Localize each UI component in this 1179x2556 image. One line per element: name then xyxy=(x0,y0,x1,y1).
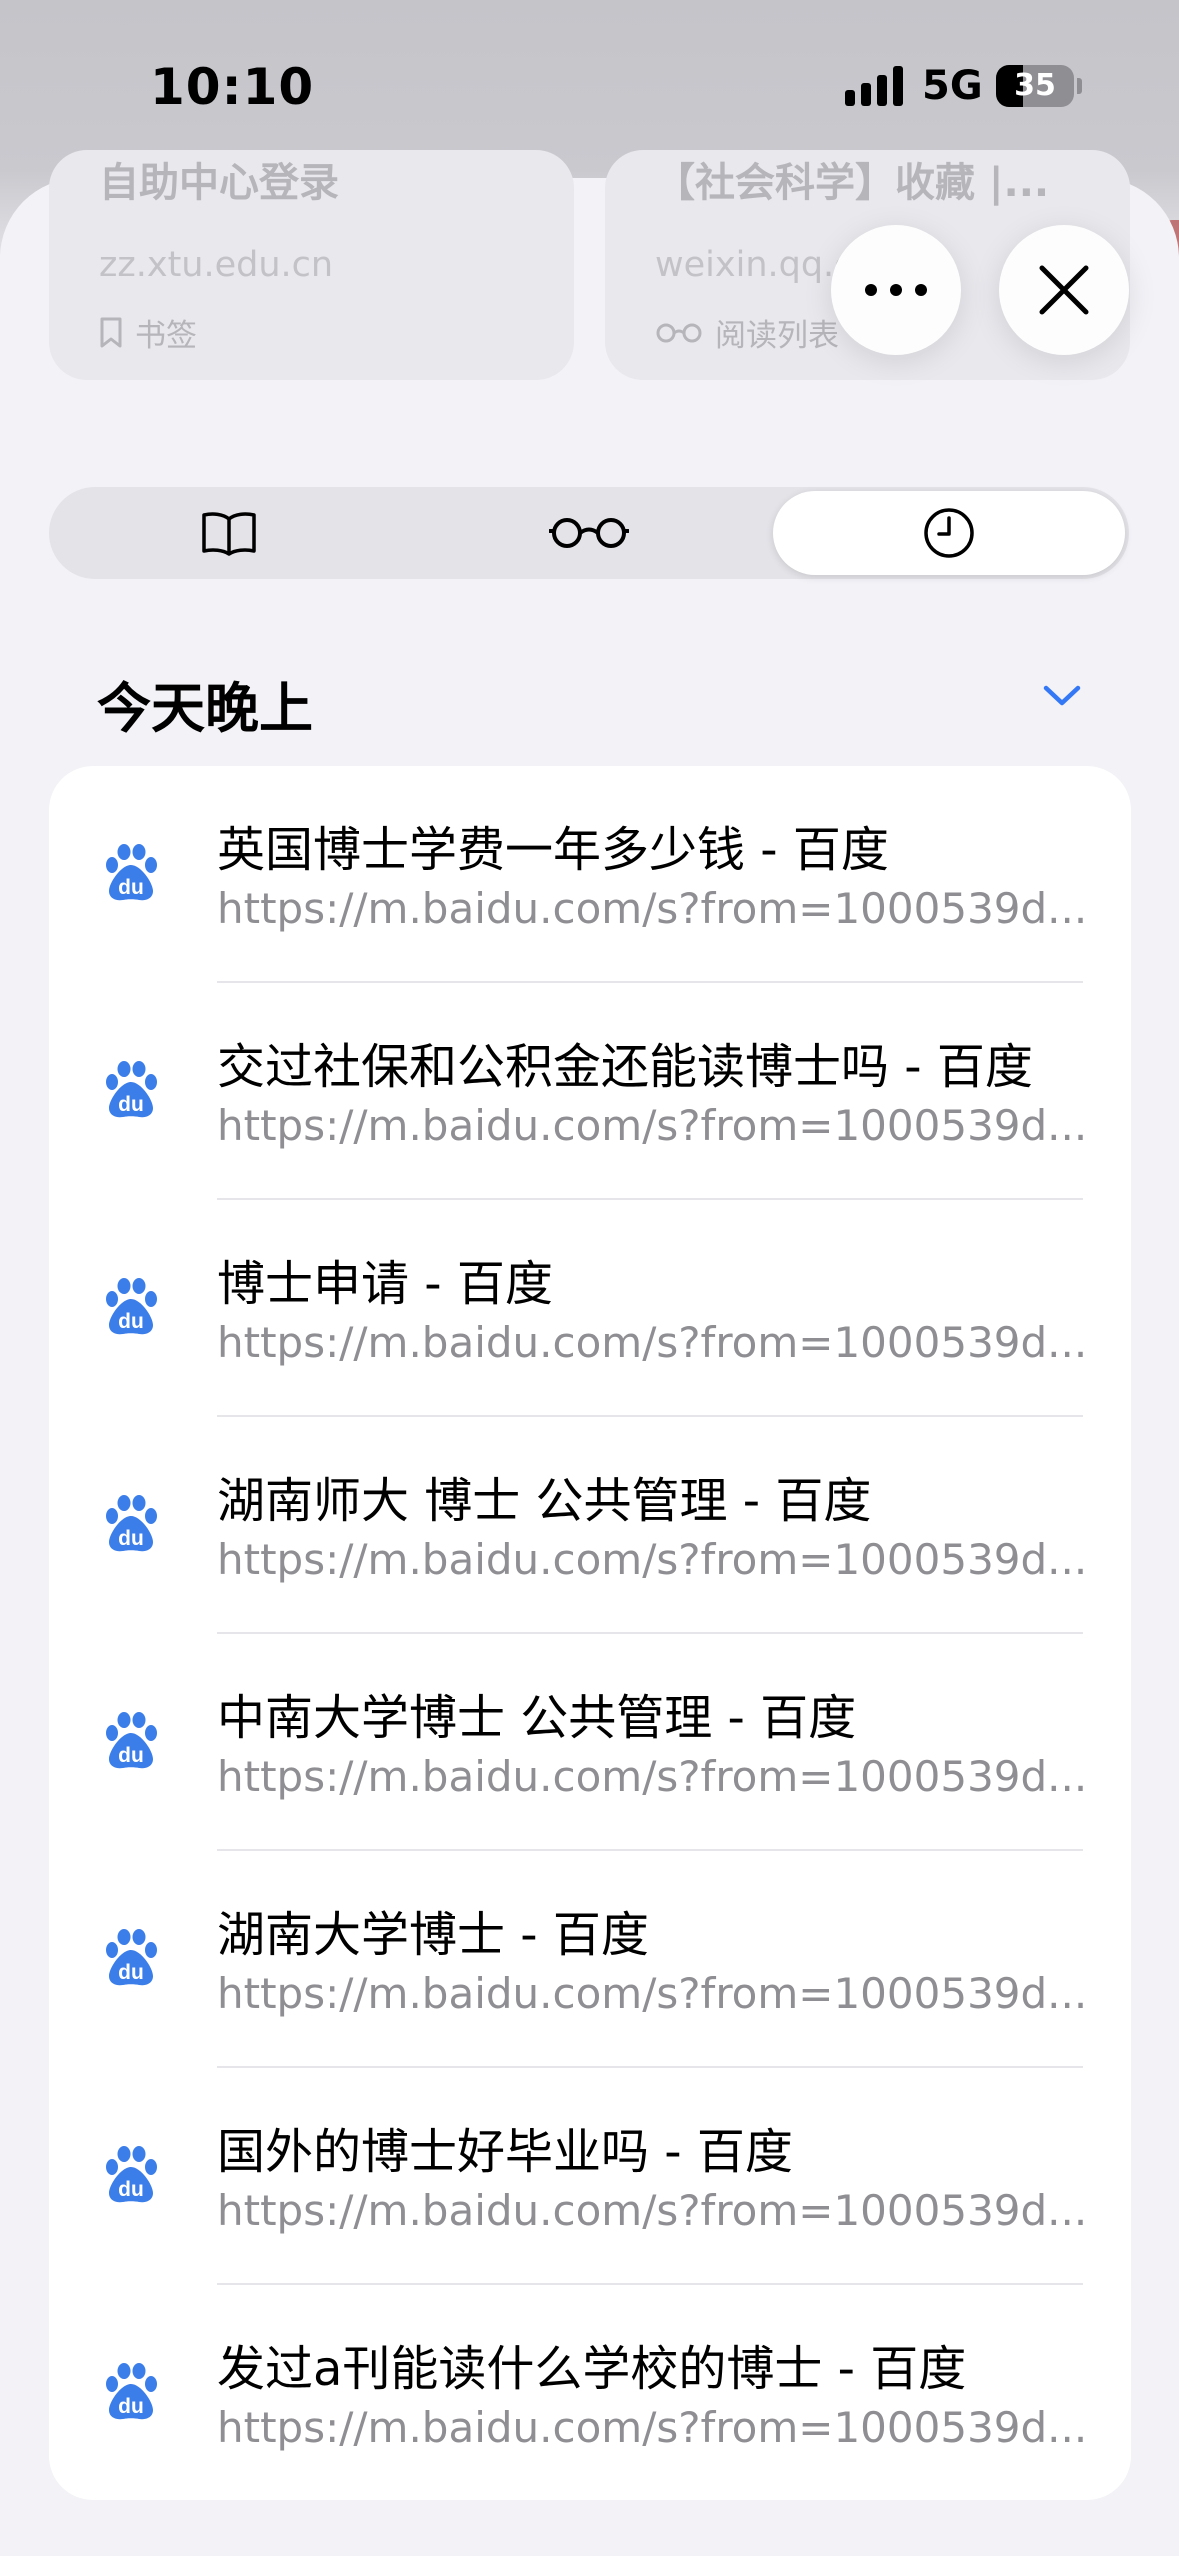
history-item-title: 博士申请 - 百度 xyxy=(217,1256,553,1312)
ellipsis-icon xyxy=(865,284,927,296)
history-item[interactable]: du 发过a刊能读什么学校的博士 - 百度 https://m.baidu.co… xyxy=(49,2285,1131,2500)
baidu-paw-icon: du xyxy=(106,2363,157,2420)
battery-percentage: 35 xyxy=(1014,68,1056,103)
card-tag: 阅读列表 xyxy=(655,310,839,355)
history-item-url: https://m.baidu.com/s?from=1000539d... xyxy=(217,1969,1088,2018)
card-tag-label: 书签 xyxy=(135,318,197,354)
svg-text:du: du xyxy=(118,2178,144,2201)
baidu-paw-icon: du xyxy=(106,1061,157,1118)
status-bar: 10:10 5G 35 xyxy=(0,0,1179,175)
close-icon xyxy=(1039,265,1089,315)
tab-bookmarks[interactable] xyxy=(49,487,409,579)
section-title: 今天晚上 xyxy=(97,677,313,740)
history-item[interactable]: du 英国博士学费一年多少钱 - 百度 https://m.baidu.com/… xyxy=(49,766,1131,983)
baidu-paw-icon: du xyxy=(106,1278,157,1335)
svg-text:du: du xyxy=(118,1310,144,1333)
history-item-url: https://m.baidu.com/s?from=1000539d... xyxy=(217,884,1088,933)
card-title: 自助中心登录 xyxy=(99,160,339,206)
chevron-down-icon[interactable] xyxy=(1042,684,1082,708)
history-item-url: https://m.baidu.com/s?from=1000539d... xyxy=(217,2186,1088,2235)
svg-text:du: du xyxy=(118,1527,144,1550)
glasses-icon xyxy=(656,323,702,342)
network-type: 5G xyxy=(922,63,983,109)
history-item[interactable]: du 中南大学博士 公共管理 - 百度 https://m.baidu.com/… xyxy=(49,1634,1131,1851)
history-item[interactable]: du 湖南师大 博士 公共管理 - 百度 https://m.baidu.com… xyxy=(49,1417,1131,1634)
glasses-icon xyxy=(549,518,629,548)
history-list: du 英国博士学费一年多少钱 - 百度 https://m.baidu.com/… xyxy=(49,766,1131,2500)
history-item-title: 国外的博士好毕业吗 - 百度 xyxy=(217,2124,793,2180)
clock-icon xyxy=(924,508,974,558)
history-item-title: 中南大学博士 公共管理 - 百度 xyxy=(217,1690,857,1746)
more-button[interactable] xyxy=(831,225,961,355)
history-item[interactable]: du 交过社保和公积金还能读博士吗 - 百度 https://m.baidu.c… xyxy=(49,983,1131,1200)
battery-tip xyxy=(1077,78,1082,94)
history-item-title: 英国博士学费一年多少钱 - 百度 xyxy=(217,822,889,878)
svg-text:du: du xyxy=(118,1961,144,1984)
baidu-paw-icon: du xyxy=(106,1712,157,1769)
battery-icon: 35 xyxy=(996,65,1074,107)
baidu-paw-icon: du xyxy=(106,1929,157,1986)
book-icon xyxy=(202,512,256,556)
history-item-title: 湖南大学博士 - 百度 xyxy=(217,1907,649,1963)
history-item-url: https://m.baidu.com/s?from=1000539d... xyxy=(217,1535,1088,1584)
card-tag: 书签 xyxy=(99,310,197,355)
bookmark-icon xyxy=(100,317,122,347)
card-url: zz.xtu.edu.cn xyxy=(99,245,334,285)
history-item-url: https://m.baidu.com/s?from=1000539d... xyxy=(217,2403,1088,2452)
history-item-title: 湖南师大 博士 公共管理 - 百度 xyxy=(217,1473,872,1529)
svg-text:du: du xyxy=(118,1093,144,1116)
bookmark-card[interactable]: 自助中心登录 zz.xtu.edu.cn 书签 xyxy=(49,150,574,380)
history-item-url: https://m.baidu.com/s?from=1000539d... xyxy=(217,1752,1088,1801)
svg-text:du: du xyxy=(118,2395,144,2418)
history-item[interactable]: du 博士申请 - 百度 https://m.baidu.com/s?from=… xyxy=(49,1200,1131,1417)
history-item[interactable]: du 湖南大学博士 - 百度 https://m.baidu.com/s?fro… xyxy=(49,1851,1131,2068)
history-item-title: 交过社保和公积金还能读博士吗 - 百度 xyxy=(217,1039,1033,1095)
baidu-paw-icon: du xyxy=(106,2146,157,2203)
close-button[interactable] xyxy=(999,225,1129,355)
baidu-paw-icon: du xyxy=(106,1495,157,1552)
tab-history[interactable] xyxy=(773,491,1125,575)
history-item-url: https://m.baidu.com/s?from=1000539d... xyxy=(217,1101,1088,1150)
library-segmented-control xyxy=(49,487,1129,579)
status-time: 10:10 xyxy=(150,58,315,116)
cellular-signal-icon xyxy=(845,66,903,106)
card-tag-label: 阅读列表 xyxy=(715,318,839,354)
baidu-paw-icon: du xyxy=(106,844,157,901)
history-item[interactable]: du 国外的博士好毕业吗 - 百度 https://m.baidu.com/s?… xyxy=(49,2068,1131,2285)
svg-text:du: du xyxy=(118,1744,144,1767)
svg-text:du: du xyxy=(118,876,144,899)
tab-reading-list[interactable] xyxy=(409,487,769,579)
card-title: 【社会科学】收藏 |... xyxy=(655,160,1050,206)
history-item-title: 发过a刊能读什么学校的博士 - 百度 xyxy=(217,2341,967,2397)
history-item-url: https://m.baidu.com/s?from=1000539d... xyxy=(217,1318,1088,1367)
